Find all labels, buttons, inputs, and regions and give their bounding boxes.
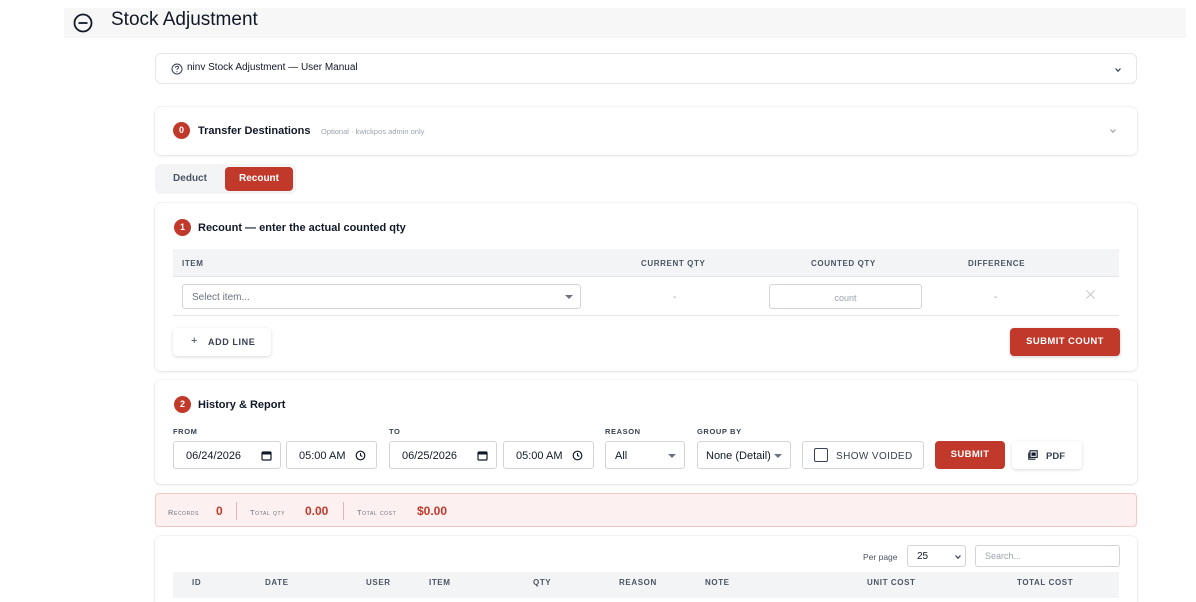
group-by-select[interactable]: None (Detail) [697, 441, 791, 469]
transfer-destinations-title: Transfer Destinations [198, 125, 311, 137]
group-by-value: None (Detail) [706, 450, 771, 462]
plus-icon: + [191, 335, 199, 347]
clock-icon[interactable] [355, 450, 366, 461]
per-page-select[interactable]: 25 [907, 545, 966, 567]
caret-down-icon [774, 454, 782, 458]
add-line-button[interactable]: + ADD LINE [173, 328, 271, 356]
to-date-input[interactable]: 06/25/2026 [389, 441, 497, 469]
reason-select[interactable]: All [605, 441, 685, 469]
column-header-qty: QTY [533, 578, 552, 587]
group-by-label: GROUP BY [697, 427, 742, 436]
records-value: 0 [216, 504, 223, 518]
to-time-value: 05:00 AM [516, 450, 563, 462]
column-header-total-cost: TOTAL COST [1017, 578, 1074, 587]
calendar-icon[interactable] [477, 450, 488, 461]
chevron-down-icon [955, 555, 961, 560]
difference-value: - [994, 292, 998, 303]
total-cost-value: $0.00 [417, 504, 448, 518]
mode-toggle: Deduct Recount [155, 164, 296, 194]
submit-count-button[interactable]: SUBMIT COUNT [1010, 328, 1120, 356]
pdf-icon [1028, 450, 1038, 460]
caret-down-icon [668, 454, 676, 458]
from-date-input[interactable]: 06/24/2026 [173, 441, 281, 469]
counted-qty-input[interactable]: count [769, 284, 922, 309]
summary-stats-bar: Records 0 Total qty 0.00 Total cost $0.0… [155, 493, 1137, 527]
column-header-counted-qty: COUNTED QTY [811, 259, 876, 268]
reason-label: REASON [605, 427, 641, 436]
user-manual-label: ninv Stock Adjustment — User Manual [187, 62, 358, 73]
per-page-label: Per page [863, 552, 898, 562]
chevron-down-icon[interactable] [1113, 65, 1123, 75]
current-qty-value: - [673, 292, 677, 303]
total-qty-value: 0.00 [305, 504, 329, 518]
column-header-current-qty: CURRENT QTY [641, 259, 706, 268]
submit-button[interactable]: SUBMIT [935, 441, 1005, 469]
recount-table-header: ITEM CURRENT QTY COUNTED QTY DIFFERENCE [173, 249, 1119, 277]
counted-qty-placeholder: count [834, 293, 857, 303]
total-cost-label: Total cost [357, 508, 397, 517]
user-manual-accordion[interactable]: ninv Stock Adjustment — User Manual [155, 53, 1137, 84]
column-header-id: ID [192, 578, 202, 587]
close-icon[interactable] [1085, 289, 1096, 300]
clock-icon[interactable] [572, 450, 583, 461]
column-header-unit-cost: UNIT COST [867, 578, 916, 587]
pdf-label: PDF [1046, 451, 1065, 462]
calendar-icon[interactable] [261, 450, 272, 461]
from-time-input[interactable]: 05:00 AM [286, 441, 377, 469]
search-input[interactable]: Search... [975, 545, 1120, 567]
column-header-item: ITEM [429, 578, 451, 587]
records-table-panel: Per page 25 Search... ID DATE USER ITEM … [155, 536, 1137, 602]
history-report-panel: 2 History & Report FROM 06/24/2026 05:00… [155, 380, 1137, 484]
per-page-value: 25 [917, 551, 929, 562]
column-header-date: DATE [265, 578, 289, 587]
step-badge: 1 [174, 219, 191, 236]
column-header-difference: DIFFERENCE [968, 259, 1026, 268]
reason-value: All [615, 450, 628, 462]
deduct-tab[interactable]: Deduct [161, 168, 219, 190]
step-badge: 0 [173, 122, 190, 139]
recount-panel: 1 Recount — enter the actual counted qty… [155, 203, 1137, 371]
minus-circle-icon[interactable] [72, 12, 94, 34]
show-voided-toggle[interactable]: SHOW VOIDED [802, 441, 924, 469]
row-divider [173, 315, 1119, 316]
column-header-reason: REASON [619, 578, 657, 587]
to-label: TO [389, 427, 401, 436]
column-header-user: USER [366, 578, 391, 587]
recount-tab[interactable]: Recount [225, 167, 293, 191]
stat-divider [236, 502, 237, 520]
page-header: Stock Adjustment [64, 8, 1186, 38]
from-label: FROM [173, 427, 198, 436]
to-time-input[interactable]: 05:00 AM [503, 441, 594, 469]
to-date-value: 06/25/2026 [402, 450, 458, 462]
column-header-note: NOTE [705, 578, 730, 587]
question-circle-icon [171, 63, 183, 75]
chevron-down-icon[interactable] [1108, 126, 1118, 136]
add-line-label: ADD LINE [208, 337, 256, 347]
stat-divider [343, 502, 344, 520]
pdf-button[interactable]: PDF [1012, 441, 1082, 469]
from-date-value: 06/24/2026 [186, 450, 242, 462]
show-voided-label: SHOW VOIDED [836, 451, 913, 462]
transfer-destinations-note: Optional · kwickpos admin only [321, 127, 425, 136]
column-header-item: ITEM [182, 259, 204, 268]
history-title: History & Report [198, 399, 286, 411]
show-voided-checkbox[interactable] [814, 448, 828, 462]
transfer-destinations-panel[interactable]: 0 Transfer Destinations Optional · kwick… [155, 107, 1137, 155]
item-select[interactable]: Select item... [182, 284, 581, 309]
item-select-placeholder: Select item... [192, 292, 250, 303]
from-time-value: 05:00 AM [299, 450, 346, 462]
records-table-header: ID DATE USER ITEM QTY REASON NOTE UNIT C… [173, 572, 1119, 598]
records-label: Records [168, 508, 200, 517]
search-placeholder: Search... [985, 551, 1022, 561]
page-title: Stock Adjustment [111, 9, 258, 30]
total-qty-label: Total qty [250, 508, 286, 517]
caret-down-icon [565, 295, 573, 299]
step-badge: 2 [174, 396, 191, 413]
recount-title: Recount — enter the actual counted qty [198, 222, 406, 234]
